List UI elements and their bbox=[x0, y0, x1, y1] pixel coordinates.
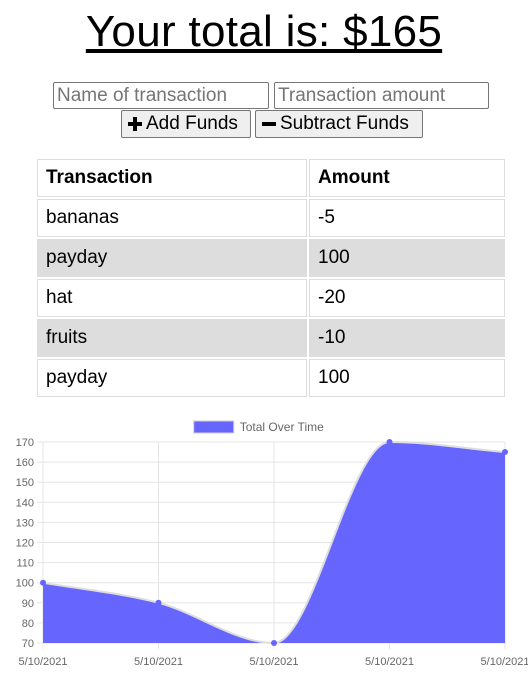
transaction-amount-cell: -10 bbox=[309, 319, 505, 357]
data-point[interactable] bbox=[40, 579, 46, 586]
subtract-funds-button[interactable]: Subtract Funds bbox=[255, 110, 423, 138]
transaction-name-cell: bananas bbox=[37, 199, 307, 237]
table-row: hat -20 bbox=[37, 279, 505, 317]
y-tick-label: 130 bbox=[16, 517, 34, 529]
plus-icon bbox=[128, 117, 142, 131]
add-funds-button[interactable]: Add Funds bbox=[121, 110, 251, 138]
transaction-name-cell: payday bbox=[37, 239, 307, 277]
transaction-amount-input[interactable] bbox=[274, 82, 489, 109]
table-row: payday 100 bbox=[37, 239, 505, 277]
y-tick-label: 120 bbox=[16, 538, 34, 550]
subtract-funds-label: Subtract Funds bbox=[280, 113, 409, 134]
total-over-time-chart: 70 80 90 100 110 120 130 140 150 160 170 5/10/2021 5… bbox=[16, 420, 528, 668]
transaction-name-cell: payday bbox=[37, 359, 307, 397]
x-tick-label: 5/10/2021 bbox=[481, 656, 528, 668]
transaction-amount-cell: 100 bbox=[309, 239, 505, 277]
y-tick-label: 90 bbox=[22, 598, 34, 610]
y-tick-label: 110 bbox=[16, 558, 34, 570]
table-row: bananas -5 bbox=[37, 199, 505, 237]
data-point[interactable] bbox=[271, 640, 277, 646]
transaction-name-input[interactable] bbox=[53, 82, 269, 109]
data-point[interactable] bbox=[502, 449, 508, 456]
data-point[interactable] bbox=[155, 599, 162, 606]
legend-swatch[interactable] bbox=[193, 420, 235, 434]
x-tick-label: 5/10/2021 bbox=[365, 656, 414, 668]
add-funds-label: Add Funds bbox=[146, 113, 238, 134]
transactions-table: Transaction Amount bananas -5 payday 100… bbox=[35, 157, 507, 399]
x-tick-label: 5/10/2021 bbox=[134, 656, 183, 668]
y-tick-label: 70 bbox=[22, 638, 34, 650]
transaction-amount-cell: 100 bbox=[309, 359, 505, 397]
table-header-row: Transaction Amount bbox=[37, 159, 505, 197]
column-header-transaction: Transaction bbox=[37, 159, 307, 197]
transaction-amount-cell: -20 bbox=[309, 279, 505, 317]
x-tick-label: 5/10/2021 bbox=[19, 656, 68, 668]
data-point[interactable] bbox=[386, 439, 393, 445]
y-tick-label: 80 bbox=[22, 618, 34, 630]
minus-icon bbox=[262, 122, 276, 126]
y-tick-label: 150 bbox=[16, 477, 34, 489]
total-heading: Your total is: $165 bbox=[85, 7, 443, 56]
y-tick-label: 170 bbox=[16, 437, 34, 449]
table-row: fruits -10 bbox=[37, 319, 505, 357]
y-tick-label: 140 bbox=[16, 497, 34, 509]
x-tick-label: 5/10/2021 bbox=[250, 656, 299, 668]
transaction-name-cell: hat bbox=[37, 279, 307, 317]
y-tick-label: 160 bbox=[16, 457, 34, 469]
transaction-amount-cell: -5 bbox=[309, 199, 505, 237]
column-header-amount: Amount bbox=[309, 159, 505, 197]
transaction-name-cell: fruits bbox=[37, 319, 307, 357]
table-row: payday 100 bbox=[37, 359, 505, 397]
legend-label: Total Over Time bbox=[240, 420, 324, 434]
y-tick-label: 100 bbox=[16, 578, 34, 590]
